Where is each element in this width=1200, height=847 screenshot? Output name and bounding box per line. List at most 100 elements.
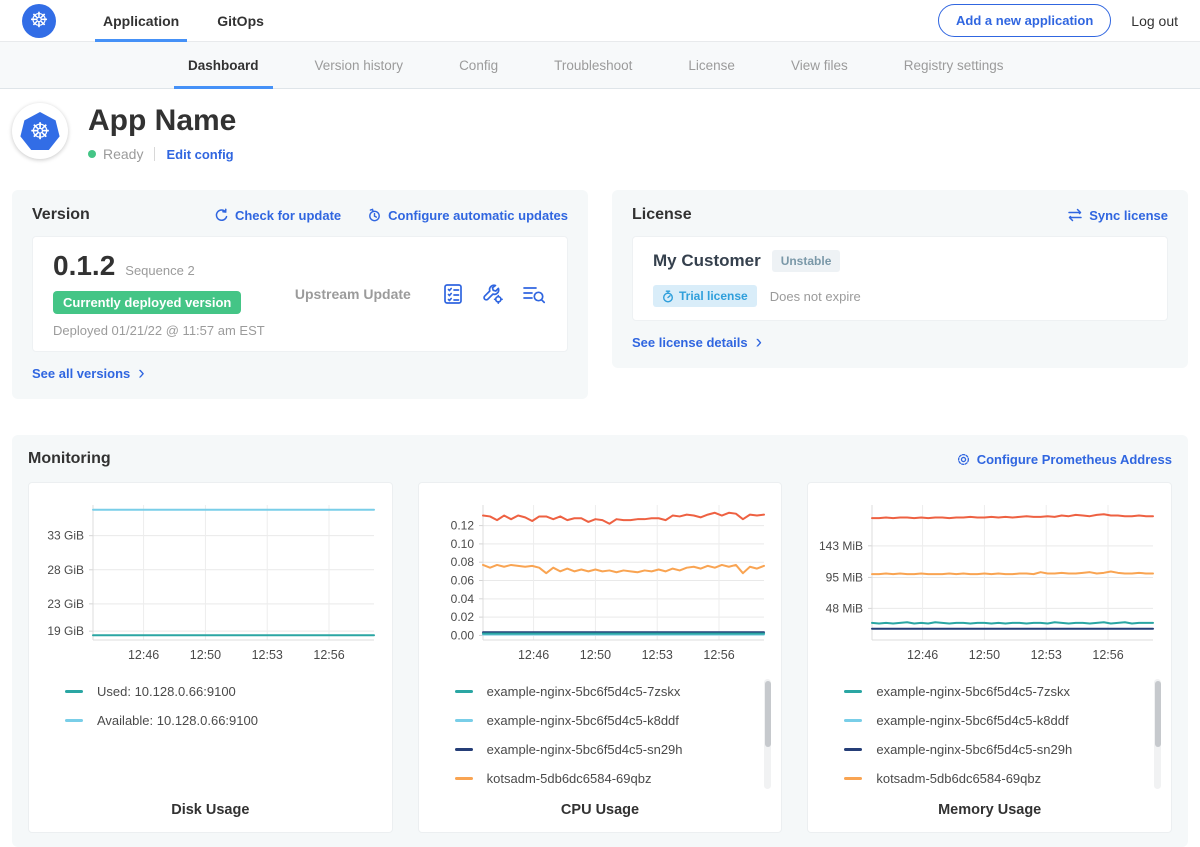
- svg-text:0.06: 0.06: [450, 574, 474, 588]
- version-source-label: Upstream Update: [265, 286, 441, 302]
- chart-title: Disk Usage: [37, 802, 384, 818]
- svg-text:0.02: 0.02: [450, 610, 474, 624]
- status-badge: Ready: [103, 146, 143, 162]
- edit-config-link[interactable]: Edit config: [166, 147, 233, 162]
- memory-usage-chart: 48 MiB95 MiB143 MiB12:4612:5012:5312:56: [816, 495, 1161, 667]
- legend-label: example-nginx-5bc6f5d4c5-sn29h: [487, 742, 683, 757]
- chevron-right-icon: ›: [138, 369, 144, 379]
- svg-text:0.04: 0.04: [450, 592, 474, 606]
- chart-title: Memory Usage: [816, 802, 1163, 818]
- subnav-tab-license[interactable]: License: [660, 42, 763, 88]
- subnav-tab-view-files[interactable]: View files: [763, 42, 876, 88]
- disk-usage-legend: Used: 10.128.0.66:9100Available: 10.128.…: [65, 677, 384, 793]
- sync-arrows-icon: [1067, 208, 1083, 222]
- legend-item: example-nginx-5bc6f5d4c5-7zskx: [455, 677, 756, 706]
- subnav-tab-registry-settings[interactable]: Registry settings: [876, 42, 1032, 88]
- svg-text:143 MiB: 143 MiB: [819, 539, 863, 553]
- svg-text:12:46: 12:46: [518, 648, 549, 662]
- legend-label: Available: 10.128.0.66:9100: [97, 713, 258, 728]
- svg-text:12:56: 12:56: [1093, 648, 1124, 662]
- configure-automatic-updates-link[interactable]: Configure automatic updates: [367, 208, 568, 223]
- cpu-usage-chart-card: 0.000.020.040.060.080.100.1212:4612:5012…: [418, 482, 783, 833]
- monitoring-title: Monitoring: [28, 450, 111, 468]
- legend-swatch: [455, 748, 473, 751]
- svg-text:12:50: 12:50: [969, 648, 1000, 662]
- legend-item: kotsadm-5db6dc6584-69qbz: [844, 764, 1145, 793]
- chart-title: CPU Usage: [427, 802, 774, 818]
- version-card-title: Version: [32, 206, 90, 224]
- legend-swatch: [65, 690, 83, 693]
- legend-item: example-nginx-5bc6f5d4c5-7zskx: [844, 677, 1145, 706]
- monitoring-card: Monitoring Configure Prometheus Address …: [12, 435, 1188, 847]
- svg-text:48 MiB: 48 MiB: [826, 601, 863, 615]
- legend-swatch: [455, 690, 473, 693]
- divider: [154, 147, 155, 161]
- see-license-details-link[interactable]: See license details›: [632, 335, 762, 350]
- subnav-tab-version-history[interactable]: Version history: [287, 42, 432, 88]
- svg-text:12:53: 12:53: [252, 648, 283, 662]
- see-all-versions-link[interactable]: See all versions›: [32, 366, 145, 381]
- legend-item: example-nginx-5bc6f5d4c5-k8ddf: [844, 706, 1145, 735]
- status-dot: [88, 150, 96, 158]
- legend-scrollbar-thumb[interactable]: [765, 681, 771, 747]
- legend-swatch: [844, 719, 862, 722]
- charts-row: 19 GiB 23 GiB 28 GiB 33 GiB 12:46 12:50 12:53 1…: [28, 482, 1172, 833]
- stopwatch-icon: [662, 290, 674, 303]
- kubernetes-logo-icon: ☸: [22, 4, 56, 38]
- channel-badge: Unstable: [772, 250, 841, 272]
- deploy-logs-icon[interactable]: [521, 282, 547, 306]
- svg-text:19 GiB: 19 GiB: [47, 624, 84, 638]
- legend-label: example-nginx-5bc6f5d4c5-k8ddf: [876, 713, 1068, 728]
- legend-label: example-nginx-5bc6f5d4c5-7zskx: [876, 684, 1070, 699]
- legend-swatch: [455, 719, 473, 722]
- version-number: 0.1.2: [53, 250, 115, 282]
- svg-text:12:50: 12:50: [190, 648, 221, 662]
- app-subnav: DashboardVersion historyConfigTroublesho…: [0, 42, 1200, 89]
- legend-item: Available: 10.128.0.66:9100: [65, 706, 366, 735]
- svg-text:12:53: 12:53: [641, 648, 672, 662]
- preflight-checks-icon[interactable]: [441, 282, 465, 306]
- cpu-usage-legend: example-nginx-5bc6f5d4c5-7zskx example-ng…: [455, 677, 774, 793]
- legend-item: example-nginx-5bc6f5d4c5-k8ddf: [455, 706, 756, 735]
- gear-icon: [956, 452, 971, 467]
- legend-scrollbar-thumb[interactable]: [1155, 681, 1161, 747]
- legend-label: example-nginx-5bc6f5d4c5-7zskx: [487, 684, 681, 699]
- svg-text:12:50: 12:50: [579, 648, 610, 662]
- svg-text:0.08: 0.08: [450, 555, 474, 569]
- topnav-tabs: ApplicationGitOps: [84, 0, 283, 42]
- legend-swatch: [844, 690, 862, 693]
- legend-label: example-nginx-5bc6f5d4c5-k8ddf: [487, 713, 679, 728]
- sync-license-link[interactable]: Sync license: [1067, 208, 1168, 223]
- cpu-usage-chart: 0.000.020.040.060.080.100.1212:4612:5012…: [427, 495, 772, 667]
- svg-text:0.00: 0.00: [450, 628, 474, 642]
- trial-license-badge: Trial license: [653, 285, 757, 307]
- svg-text:12:46: 12:46: [128, 648, 159, 662]
- add-new-application-button[interactable]: Add a new application: [938, 4, 1111, 37]
- topnav-tab-gitops[interactable]: GitOps: [198, 0, 283, 42]
- topnav-tab-application[interactable]: Application: [84, 0, 198, 42]
- svg-text:95 MiB: 95 MiB: [826, 570, 863, 584]
- check-for-update-link[interactable]: Check for update: [214, 208, 341, 223]
- configure-prometheus-link[interactable]: Configure Prometheus Address: [956, 452, 1172, 467]
- svg-text:23 GiB: 23 GiB: [47, 597, 84, 611]
- config-wrench-icon[interactable]: [481, 282, 505, 306]
- subnav-tab-troubleshoot[interactable]: Troubleshoot: [526, 42, 660, 88]
- legend-label: kotsadm-5db6dc6584-69qbz: [876, 771, 1041, 786]
- license-summary-row: My Customer Unstable Trial license Does …: [632, 236, 1168, 321]
- svg-text:12:53: 12:53: [1031, 648, 1062, 662]
- clock-refresh-icon: [367, 208, 382, 223]
- license-card-title: License: [632, 206, 692, 224]
- chevron-right-icon: ›: [756, 338, 762, 348]
- legend-scrollbar[interactable]: [1154, 679, 1161, 789]
- legend-scrollbar[interactable]: [764, 679, 771, 789]
- logout-button[interactable]: Log out: [1131, 13, 1178, 29]
- top-navbar: ☸ ApplicationGitOps Add a new applicatio…: [0, 0, 1200, 42]
- disk-usage-chart: 19 GiB23 GiB28 GiB33 GiB12:4612:5012:531…: [37, 495, 382, 667]
- legend-item: kotsadm-5db6dc6584-69qbz: [455, 764, 756, 793]
- svg-text:28 GiB: 28 GiB: [47, 563, 84, 577]
- subnav-tab-config[interactable]: Config: [431, 42, 526, 88]
- memory-usage-chart-card: 48 MiB95 MiB143 MiB12:4612:5012:5312:56 …: [807, 482, 1172, 833]
- subnav-tab-dashboard[interactable]: Dashboard: [160, 42, 287, 88]
- disk-usage-chart-card: 19 GiB23 GiB28 GiB33 GiB12:4612:5012:531…: [28, 482, 393, 833]
- svg-text:33 GiB: 33 GiB: [47, 529, 84, 543]
